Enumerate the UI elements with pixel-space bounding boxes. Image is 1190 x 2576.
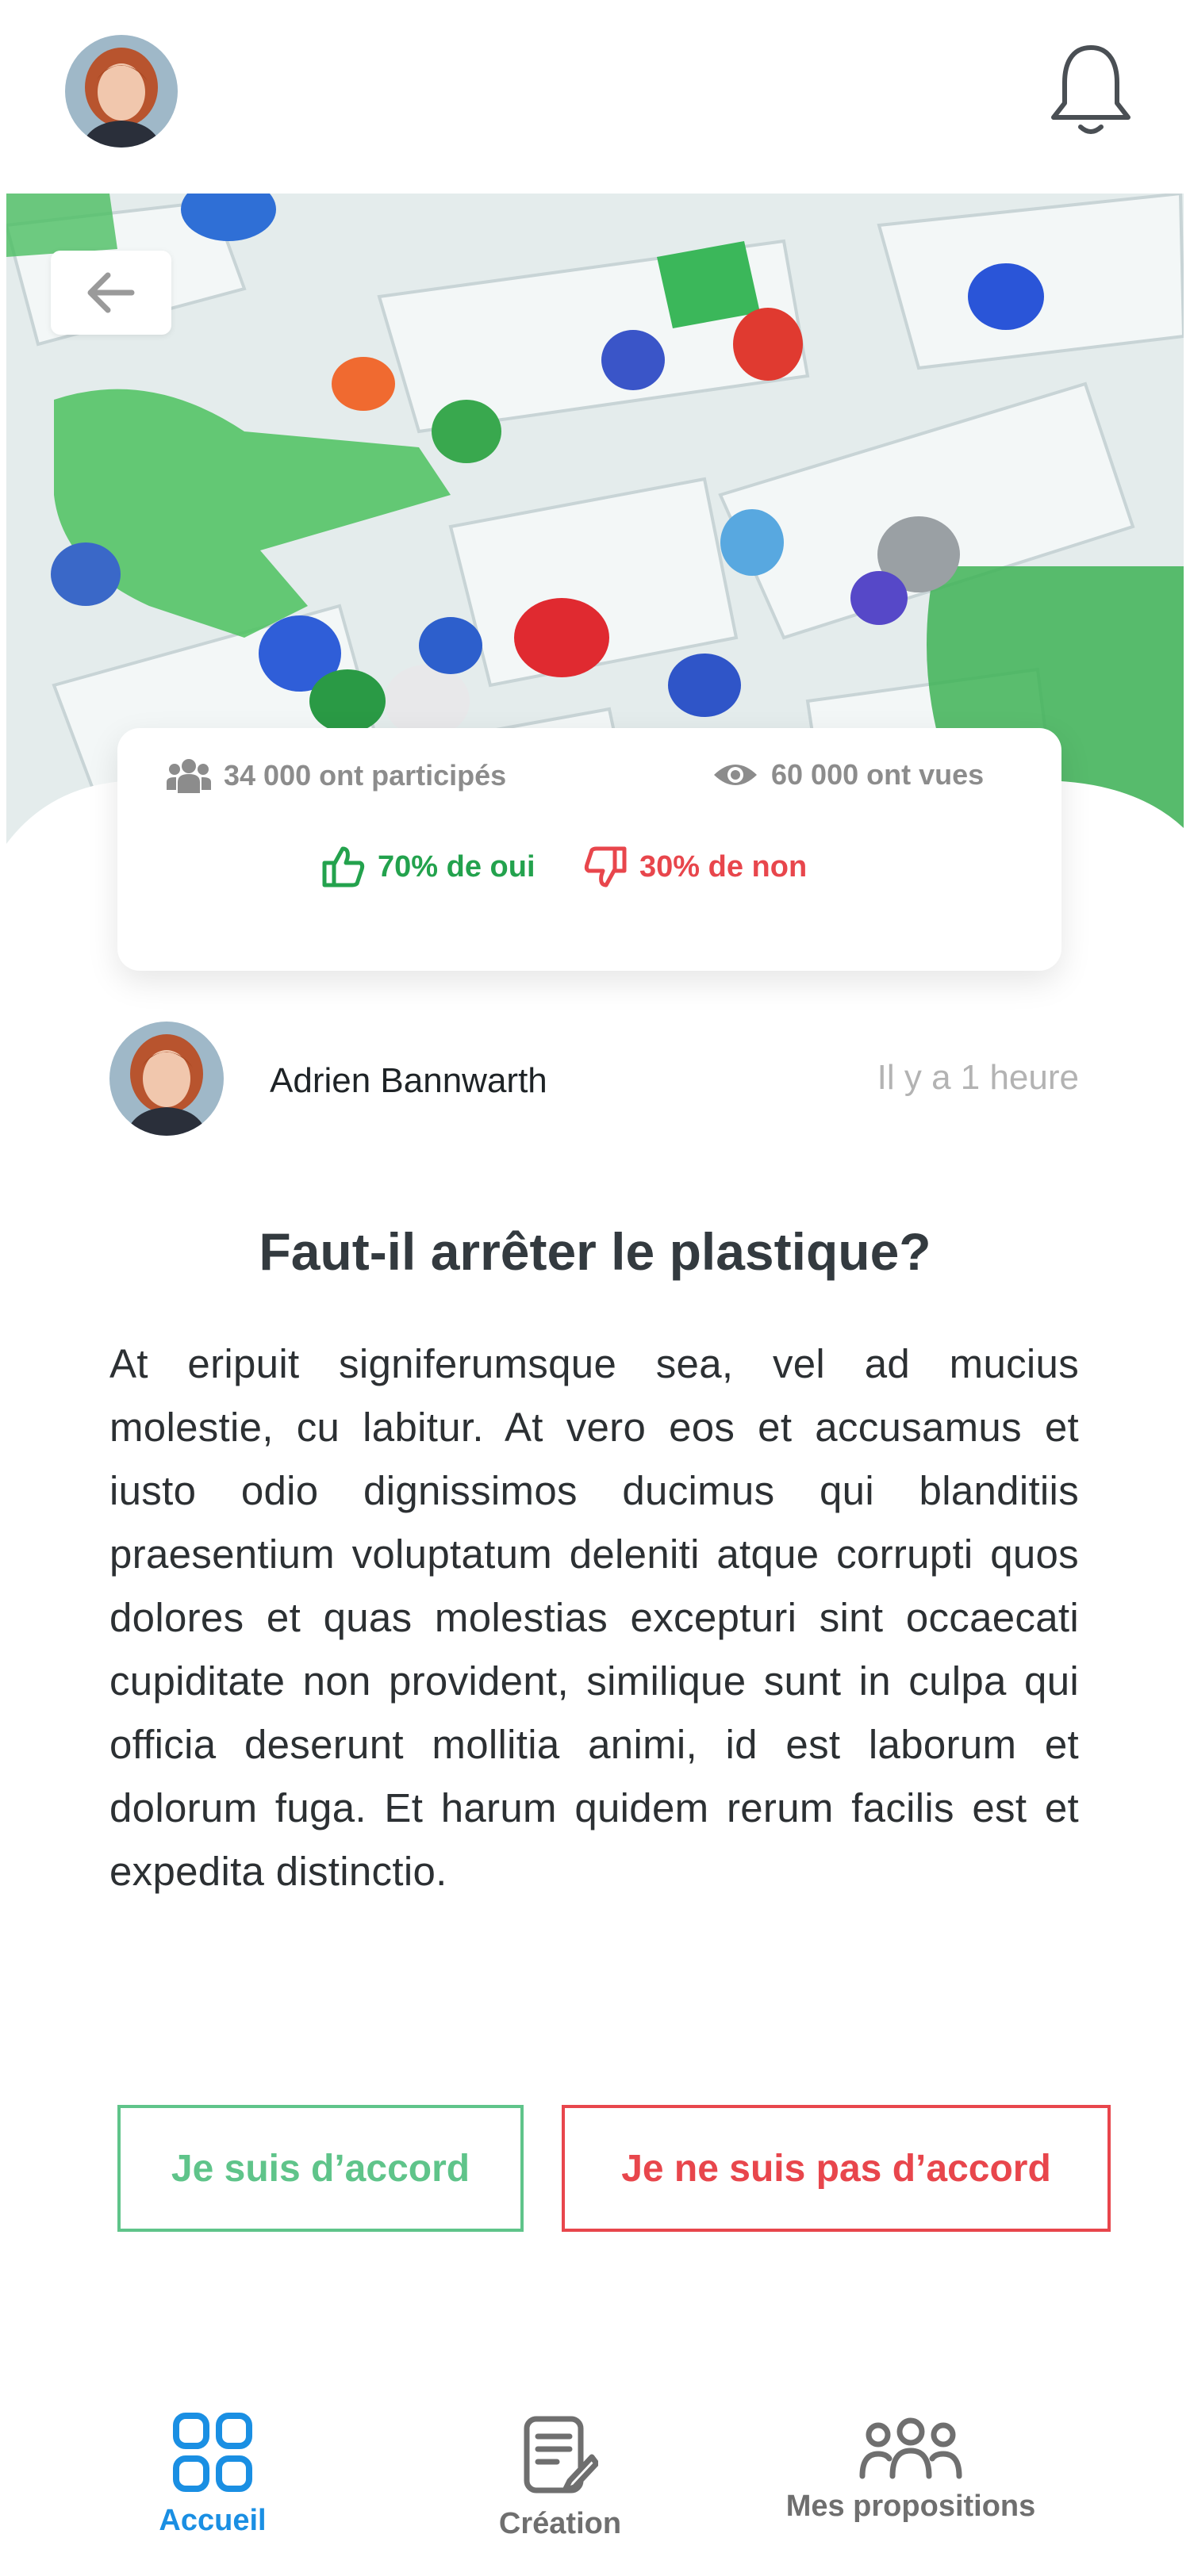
views-stat: 60 000 ont vues [712,758,984,792]
nav-create-label: Création [498,2507,622,2540]
no-stat: 30% de non [584,845,807,888]
author-avatar[interactable] [109,1022,224,1136]
views-label: 60 000 ont vues [771,758,985,791]
participants-stat: 34 000 ont participés [167,758,506,793]
back-button[interactable] [51,251,171,335]
nav-home-label: Accueil [159,2504,267,2537]
bell-icon[interactable] [1047,41,1134,136]
thumbs-up-icon [322,846,365,887]
edit-document-icon [524,2416,600,2494]
nav-home[interactable]: Accueil [133,2411,292,2538]
yes-label: 70% de oui [378,849,536,884]
yes-stat: 70% de oui [322,845,536,888]
thumbs-down-icon [584,846,627,887]
eye-icon [714,765,757,785]
nav-proposals-label: Mes propositions [785,2490,1036,2523]
nav-proposals[interactable]: Mes propositions [768,2416,1054,2524]
question-body: At eripuit signiferumsque sea, vel ad mu… [109,1341,1079,1894]
participants-label: 34 000 ont participés [224,759,507,792]
question-title: Faut-il arrêter le plastique? [259,1222,931,1281]
disagree-button[interactable]: Je ne suis pas d’accord [562,2105,1111,2232]
group-icon [167,759,211,793]
user-avatar[interactable] [65,35,178,148]
arrow-left-icon [87,272,135,313]
people-icon [859,2417,962,2479]
stats-card: 34 000 ont participés 60 000 ont vues 70… [117,728,1061,971]
agree-button[interactable]: Je suis d’accord [117,2105,524,2232]
grid-icon [173,2413,252,2492]
no-label: 30% de non [639,849,808,884]
nav-create[interactable]: Création [465,2414,655,2541]
post-time: Il y a 1 heure [877,1058,1079,1097]
author-name[interactable]: Adrien Bannwarth [270,1061,547,1101]
